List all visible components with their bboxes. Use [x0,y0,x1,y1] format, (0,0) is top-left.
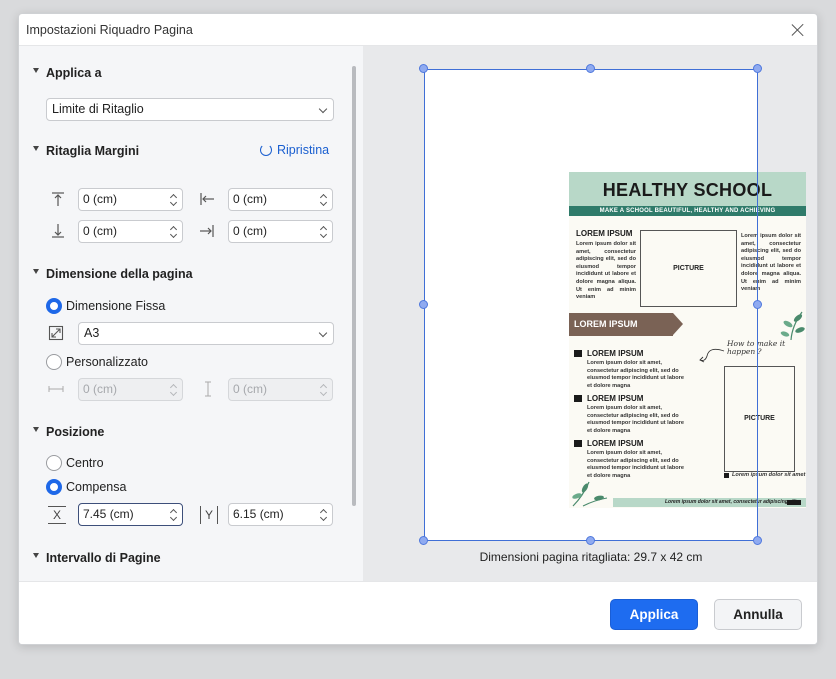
x-axis-icon: X [48,506,66,524]
chevron-down-icon [318,104,328,114]
margin-bottom-value: 0 (cm) [83,224,117,238]
preview-panel: HEALTHY SCHOOL MAKE A SCHOOL BEAUTIFUL, … [363,46,817,581]
custom-size-label: Personalizzato [66,355,148,369]
margin-right-icon [200,225,214,237]
section-position-label: Posizione [46,425,105,439]
collapse-triangle-icon [33,427,39,432]
fixed-size-label: Dimensione Fissa [66,299,166,313]
section-crop-margins-label: Ritaglia Margini [46,144,140,158]
center-radio[interactable] [46,455,62,471]
custom-size-radio[interactable] [46,354,62,370]
spin-down-icon [169,388,178,397]
crop-handle-top[interactable] [586,64,595,73]
margin-left-icon [200,193,214,205]
cancel-button[interactable]: Annulla [714,599,802,630]
spin-down-icon[interactable] [169,230,178,239]
spin-down-icon[interactable] [319,198,328,207]
page-size-select[interactable]: A3 [78,322,334,345]
crop-box[interactable] [424,69,758,541]
crop-handle-right[interactable] [753,300,762,309]
margin-left-input[interactable]: 0 (cm) [228,188,333,211]
section-page-size[interactable]: Dimensione della pagina [33,267,193,281]
section-page-size-label: Dimensione della pagina [46,267,193,281]
crop-handle-top-left[interactable] [419,64,428,73]
page-size-value: A3 [84,326,100,340]
custom-height-input[interactable]: 0 (cm) [228,378,333,401]
dialog-footer: Applica Annulla [19,581,817,644]
apply-to-value: Limite di Ritaglio [52,102,144,116]
margin-right-value: 0 (cm) [233,224,267,238]
spin-down-icon[interactable] [319,513,328,522]
reset-icon [260,144,272,156]
offset-y-input[interactable]: 6.15 (cm) [228,503,333,526]
section-page-range-label: Intervallo di Pagine [46,551,161,565]
margin-bottom-input[interactable]: 0 (cm) [78,220,183,243]
offset-x-input[interactable]: 7.45 (cm) [78,503,183,526]
center-label: Centro [66,456,104,470]
custom-width-value: 0 (cm) [83,382,117,396]
footer-bar [787,500,801,505]
crop-handle-top-right[interactable] [753,64,762,73]
section-page-range[interactable]: Intervallo di Pagine [33,551,161,565]
dialog-title: Impostazioni Riquadro Pagina [26,23,193,37]
page-size-icon [48,325,64,341]
settings-panel: Applica a Limite di Ritaglio Ritaglia Ma… [19,46,363,581]
custom-width-input[interactable]: 0 (cm) [78,378,183,401]
margin-top-icon [52,192,64,206]
margin-right-input[interactable]: 0 (cm) [228,220,333,243]
reset-label: Ripristina [277,143,330,157]
title-bar: Impostazioni Riquadro Pagina [19,14,817,46]
crop-handle-bottom-left[interactable] [419,536,428,545]
custom-height-value: 0 (cm) [233,382,267,396]
offset-x-value: 7.45 (cm) [83,507,134,521]
apply-to-select[interactable]: Limite di Ritaglio [46,98,334,121]
offset-label: Compensa [66,480,127,494]
collapse-triangle-icon [33,146,39,151]
margin-top-value: 0 (cm) [83,192,117,206]
crop-handle-bottom[interactable] [586,536,595,545]
spin-down-icon [319,388,328,397]
cropped-size-info: Dimensioni pagina ritagliata: 29.7 x 42 … [479,550,703,564]
width-icon [48,386,64,392]
reset-button[interactable]: Ripristina [260,143,329,157]
offset-radio[interactable] [46,479,62,495]
collapse-triangle-icon [33,68,39,73]
y-label: Y [204,508,213,522]
panel-scrollbar[interactable] [352,66,356,506]
close-icon[interactable] [789,21,807,39]
crop-handle-left[interactable] [419,300,428,309]
crop-handle-bottom-right[interactable] [753,536,762,545]
section-crop-margins[interactable]: Ritaglia Margini [33,144,140,158]
collapse-triangle-icon [33,269,39,274]
margin-left-value: 0 (cm) [233,192,267,206]
page-box-dialog: Impostazioni Riquadro Pagina Applica a L… [18,13,818,645]
margin-top-input[interactable]: 0 (cm) [78,188,183,211]
section-position[interactable]: Posizione [33,425,105,439]
height-icon [205,381,211,397]
chevron-down-icon [318,328,328,338]
collapse-triangle-icon [33,553,39,558]
y-axis-icon: Y [200,506,218,524]
leaf-decoration-icon [780,311,805,341]
spin-down-icon[interactable] [169,513,178,522]
fixed-size-radio[interactable] [46,298,62,314]
apply-button[interactable]: Applica [610,599,698,630]
section-apply-to-label: Applica a [46,66,102,80]
spin-down-icon[interactable] [319,230,328,239]
section-apply-to[interactable]: Applica a [33,66,102,80]
offset-y-value: 6.15 (cm) [233,507,284,521]
margin-bottom-icon [52,224,64,238]
spin-down-icon[interactable] [169,198,178,207]
x-label: X [52,508,61,522]
